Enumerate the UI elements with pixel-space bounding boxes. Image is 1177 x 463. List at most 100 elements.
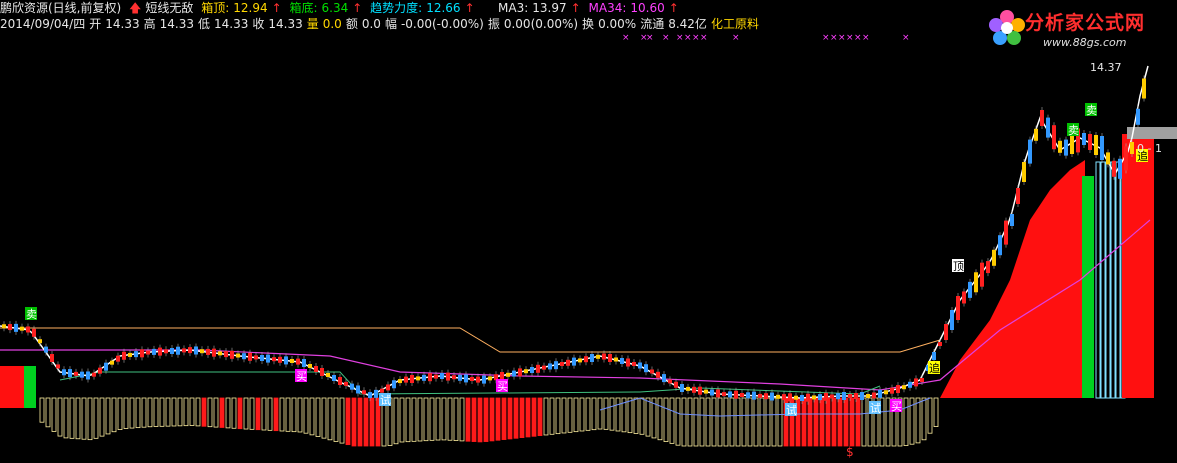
volume-bar <box>273 397 279 432</box>
volume-bar <box>501 397 507 440</box>
volume-bar <box>705 397 711 447</box>
x-marker: × <box>700 33 708 43</box>
volume-bar <box>117 397 123 430</box>
candle-body <box>386 384 390 391</box>
volume-bar <box>279 397 285 432</box>
candle-body <box>500 372 504 380</box>
volume-bar <box>459 397 465 442</box>
volume-bar <box>435 397 441 441</box>
volume-bar <box>153 397 159 427</box>
candle-body <box>980 262 984 287</box>
volume-bar <box>633 397 639 434</box>
candle-body <box>32 328 36 337</box>
candle-body <box>938 342 942 346</box>
volume-bar <box>321 397 327 439</box>
candle-body <box>344 381 348 386</box>
volume-bar <box>675 397 681 446</box>
buy-signal: 买 <box>296 370 307 383</box>
volume-bar <box>549 397 555 435</box>
volume-bar <box>711 397 717 447</box>
volume-bar <box>663 397 669 442</box>
volume-bar <box>597 397 603 430</box>
volume-bar <box>525 397 531 438</box>
candle-body <box>452 375 456 380</box>
candle-body <box>722 392 726 397</box>
volume-bar <box>483 397 489 442</box>
candle-body <box>848 394 852 398</box>
candle-body <box>770 392 774 401</box>
candle-body <box>182 348 186 353</box>
volume-bar <box>933 397 939 428</box>
x-marker: × <box>838 33 846 43</box>
volume-bar <box>753 397 759 447</box>
candle-body <box>698 386 702 395</box>
candle-body <box>1082 133 1086 145</box>
candle-body <box>854 393 858 399</box>
volume-bar <box>471 397 477 442</box>
candle-body <box>116 355 120 362</box>
candle-body <box>140 349 144 358</box>
volume-bar <box>825 397 831 447</box>
trend-area-stripe <box>1115 161 1121 399</box>
candle-body <box>200 349 204 354</box>
volume-bar <box>429 397 435 441</box>
candle-body <box>8 324 12 331</box>
candle-body <box>968 281 972 298</box>
candle-body <box>98 367 102 374</box>
chase-signal: 追 <box>929 361 940 375</box>
volume-bar <box>681 397 687 447</box>
candle-body <box>758 393 762 398</box>
candle-body <box>290 359 294 363</box>
volume-bar <box>609 397 615 431</box>
candle-body <box>914 378 918 387</box>
candle-body <box>542 365 546 370</box>
volume-bar <box>57 397 63 437</box>
volume-bar <box>543 397 549 436</box>
candle-body <box>578 358 582 363</box>
candle-body <box>806 393 810 402</box>
candle-body <box>260 355 264 361</box>
volume-bar <box>585 397 591 431</box>
candle-body <box>674 381 678 388</box>
volume-bar <box>717 397 723 447</box>
candle-body <box>272 357 276 362</box>
volume-bar <box>303 397 309 434</box>
trend-area <box>0 127 1177 408</box>
candle-body <box>800 395 804 401</box>
candle-body <box>548 363 552 370</box>
candle-body <box>536 364 540 373</box>
candle-body <box>296 358 300 365</box>
candle-body <box>1064 139 1068 156</box>
candle-body <box>320 368 324 376</box>
volume-bar <box>627 397 633 434</box>
candle-body <box>1136 108 1140 125</box>
candle-body <box>572 357 576 366</box>
candle-body <box>38 339 42 344</box>
candle-body <box>308 364 312 368</box>
buy-signal: 买 <box>891 400 902 413</box>
candle-body <box>158 347 162 356</box>
volume-bar <box>291 397 297 433</box>
candle-body <box>812 395 816 400</box>
candle-body <box>950 310 954 330</box>
candle-body <box>248 352 252 361</box>
candle-body <box>134 351 138 358</box>
x-marker: × <box>676 33 684 43</box>
candle-body <box>146 350 150 355</box>
volume-bar <box>339 397 345 444</box>
candle-body <box>920 378 924 382</box>
volume-bar <box>405 397 411 443</box>
volume-bar <box>345 397 351 446</box>
candle-body <box>230 350 234 359</box>
candle-body <box>890 387 894 394</box>
trend-area-red-right <box>1122 134 1154 398</box>
candle-body <box>338 377 342 385</box>
volume-bar <box>333 397 339 442</box>
volume-bar <box>399 397 405 443</box>
volume-bars <box>39 397 939 447</box>
candle-body <box>1070 134 1074 154</box>
candle-body <box>194 346 198 355</box>
candle-body <box>266 354 270 363</box>
candle-body <box>422 374 426 381</box>
volume-bar <box>249 397 255 430</box>
